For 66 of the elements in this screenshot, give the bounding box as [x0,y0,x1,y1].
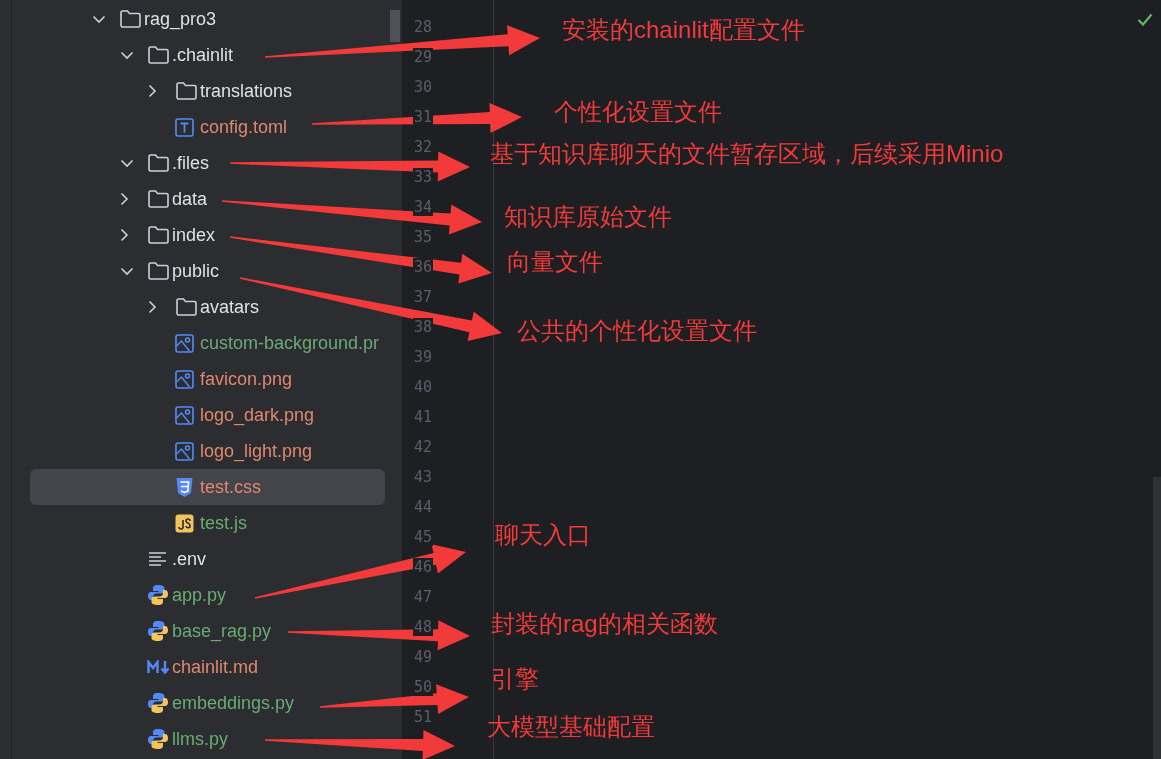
annotation-label: 公共的个性化设置文件 [517,316,757,346]
image-file-icon [175,441,194,461]
folder-icon [147,189,170,209]
tree-item[interactable]: public [30,253,385,289]
tree-item[interactable]: data [30,181,385,217]
tree-item[interactable]: logo_dark.png [30,397,385,433]
annotation-label: 基于知识库聊天的文件暂存区域，后续采用Minio [490,139,1004,169]
chevron-down-icon[interactable] [120,266,134,276]
python-file-icon [147,692,169,714]
python-file-icon [147,620,169,642]
line-number: 34 [412,198,433,216]
folder-icon [147,261,170,281]
line-number: 50 [412,678,433,696]
markdown-file-icon [147,660,171,674]
folder-icon [147,45,170,65]
image-file-icon [175,333,194,353]
tree-item[interactable]: test.js [30,505,385,541]
annotation-label: 大模型基础配置 [487,712,655,742]
tree-item[interactable]: rag_pro3 [30,1,385,37]
stylesheet-file-icon [175,476,194,498]
image-file-icon [175,405,194,425]
chevron-down-icon[interactable] [120,50,134,60]
annotation-label: 聊天入口 [495,520,591,550]
tree-item[interactable]: index [30,217,385,253]
scrollbar-thumb[interactable] [390,10,400,42]
python-file-icon [147,584,169,606]
annotation-label: 知识库原始文件 [504,202,672,232]
tree-item[interactable]: logo_light.png [30,433,385,469]
folder-icon [175,81,198,101]
tree-item[interactable]: translations [30,73,385,109]
chevron-down-icon[interactable] [92,14,106,24]
annotation-label: 封装的rag的相关函数 [491,609,718,639]
chevron-right-icon[interactable] [120,228,129,242]
chevron-right-icon[interactable] [148,84,157,98]
annotation-label: 引擎 [491,664,539,694]
tree-item[interactable]: custom-background.pr [30,325,385,361]
tree-item[interactable]: chainlit.md [30,649,385,685]
tree-item[interactable]: config.toml [30,109,385,145]
folder-icon [147,225,170,245]
tree-item[interactable]: favicon.png [30,361,385,397]
chevron-right-icon[interactable] [148,300,157,314]
tree-item[interactable]: base_rag.py [30,613,385,649]
line-number: 31 [412,108,433,126]
annotation-label: 个性化设置文件 [554,97,722,127]
annotation-label: 安装的chainlit配置文件 [562,15,805,45]
folder-icon [119,9,142,29]
tree-item[interactable]: .files [30,145,385,181]
tree-item[interactable]: embeddings.py [30,685,385,721]
annotation-label: 向量文件 [507,247,603,277]
folder-icon [175,297,198,317]
script-file-icon [175,513,194,533]
tree-item[interactable]: llms.py [30,721,385,757]
folder-icon [147,153,170,173]
tree-item[interactable]: .env [30,541,385,577]
checkmark-icon[interactable] [1137,13,1153,26]
line-number: 45 [412,528,433,546]
tree-item[interactable]: .chainlit [30,37,385,73]
tree-item[interactable]: avatars [30,289,385,325]
chevron-right-icon[interactable] [120,192,129,206]
tree-item[interactable]: test.css [30,469,385,505]
image-file-icon [175,369,194,389]
chevron-down-icon[interactable] [120,158,134,168]
python-file-icon [147,728,169,750]
tree-item[interactable]: app.py [30,577,385,613]
toml-file-icon [175,117,194,137]
line-number: 48 [412,618,433,636]
